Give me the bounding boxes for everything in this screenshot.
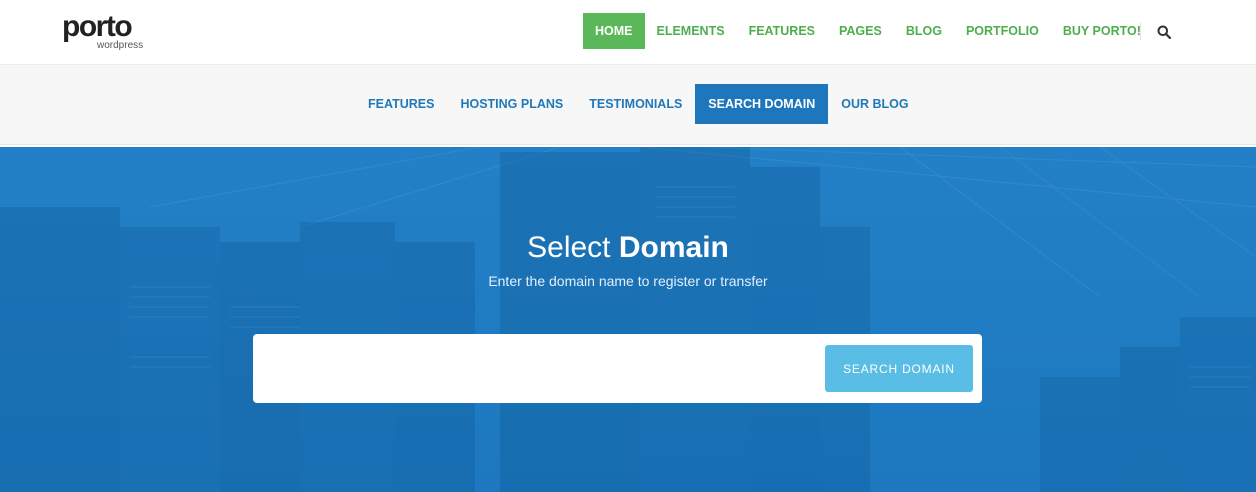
domain-search-input[interactable] [267, 348, 811, 390]
nav-divider [1140, 22, 1141, 40]
nav-item-features[interactable]: FEATURES [737, 13, 827, 49]
nav-item-buy-porto[interactable]: BUY PORTO! [1051, 13, 1153, 49]
logo-subtext: wordpress [97, 40, 144, 51]
logo-text: porto [62, 10, 133, 43]
nav-item-portfolio[interactable]: PORTFOLIO [954, 13, 1051, 49]
nav-item-home[interactable]: HOME [583, 13, 645, 49]
domain-search-form: SEARCH DOMAIN [253, 334, 982, 403]
porto-logo[interactable]: porto wordpress [62, 10, 143, 51]
search-domain-button[interactable]: SEARCH DOMAIN [825, 345, 973, 392]
domain-search-hero: Select Domain Enter the domain name to r… [0, 147, 1256, 492]
hero-title-light: Select [527, 231, 611, 264]
nav-item-elements[interactable]: ELEMENTS [645, 13, 737, 49]
main-nav: HOME ELEMENTS FEATURES PAGES BLOG PORTFO… [583, 13, 1153, 49]
site-header: porto wordpress HOME ELEMENTS FEATURES P… [0, 0, 1256, 65]
subnav-item-search-domain[interactable]: SEARCH DOMAIN [695, 84, 829, 124]
hero-title: Select Domain [0, 230, 1256, 266]
nav-item-blog[interactable]: BLOG [894, 13, 954, 49]
subnav-item-our-blog[interactable]: OUR BLOG [828, 84, 921, 124]
hero-subtitle: Enter the domain name to register or tra… [488, 273, 768, 289]
section-subnav: FEATURES HOSTING PLANS TESTIMONIALS SEAR… [0, 65, 1256, 145]
hero-title-bold: Domain [618, 231, 729, 264]
search-icon[interactable] [1157, 25, 1172, 40]
nav-item-pages[interactable]: PAGES [827, 13, 894, 49]
subnav-item-features[interactable]: FEATURES [355, 84, 447, 124]
subnav-item-hosting-plans[interactable]: HOSTING PLANS [447, 84, 576, 124]
server-room-background [0, 147, 1256, 492]
subnav-item-testimonials[interactable]: TESTIMONIALS [576, 84, 695, 124]
